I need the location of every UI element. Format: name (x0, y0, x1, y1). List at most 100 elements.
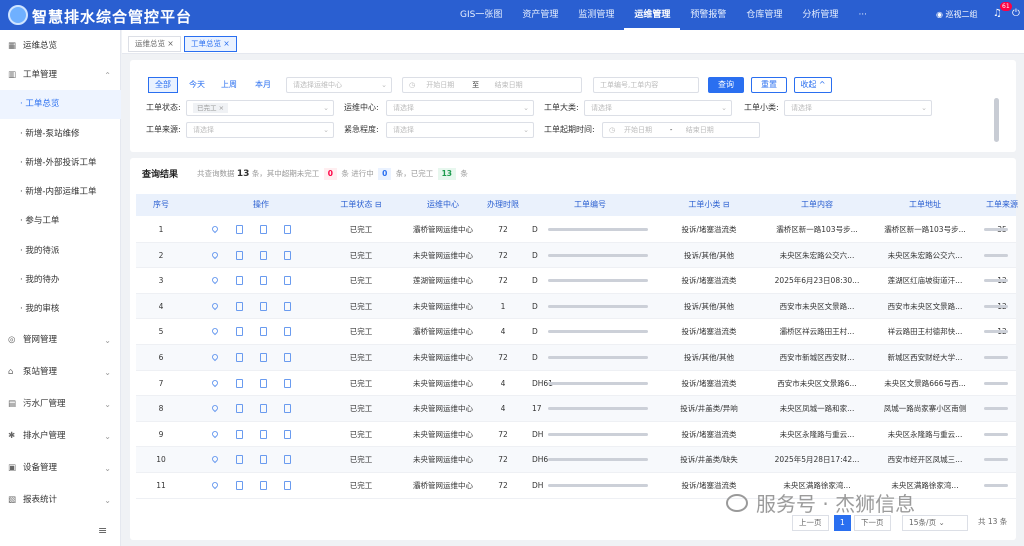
locate-icon[interactable] (210, 327, 220, 336)
sidebar-item-0[interactable]: ▦ 运维总览 (0, 32, 121, 61)
prev-page-button[interactable]: 上一页 (792, 515, 829, 531)
nav-analysis[interactable]: 分析管理 (792, 0, 848, 30)
sidebar-item-5[interactable]: · 新增-内部运维工单 (0, 178, 121, 207)
reset-button[interactable]: 重置 (751, 77, 787, 93)
filter-scrollbar[interactable] (994, 98, 999, 142)
sidebar-item-13[interactable]: ✱ 排水户管理 ⌄ (0, 422, 121, 451)
edit-icon[interactable] (236, 378, 243, 388)
table-row[interactable]: 1 已完工 灞桥管网运维中心 72 D 投诉/堵塞溢流类 灞桥区新一路103号步... 灞桥区… (136, 217, 1016, 243)
collapse-button[interactable]: 收起 ^ (794, 77, 832, 93)
edit-icon[interactable] (236, 301, 243, 311)
sidebar-item-1[interactable]: ▥ 工单管理 ⌃ (0, 61, 121, 90)
sidebar-item-2[interactable]: · 工单总览 (0, 90, 121, 119)
status-select[interactable]: 已完工 × ⌄ (186, 100, 334, 116)
nav-gis[interactable]: GIS一张图 (450, 0, 512, 30)
sidebar-item-6[interactable]: · 参与工单 (0, 207, 121, 236)
sidebar-item-4[interactable]: · 新增-外部投诉工单 (0, 149, 121, 178)
nav-monitor[interactable]: 监测管理 (568, 0, 624, 30)
locate-icon[interactable] (210, 429, 220, 439)
power-icon[interactable]: ⏻ (1012, 8, 1020, 19)
urgency-select[interactable]: 请选择 ⌄ (386, 122, 534, 138)
copy-icon[interactable] (260, 276, 267, 286)
current-page[interactable]: 1 (834, 515, 851, 531)
search-input[interactable]: 工单编号,工单内容 (593, 77, 699, 93)
delete-icon[interactable] (284, 327, 291, 337)
sidebar-item-11[interactable]: ⌂ 泵站管理 ⌄ (0, 358, 121, 387)
copy-icon[interactable] (260, 404, 267, 414)
nav-more[interactable]: ··· (848, 0, 877, 30)
edit-icon[interactable] (236, 429, 243, 439)
locate-icon[interactable] (210, 378, 220, 387)
delete-icon[interactable] (284, 378, 291, 388)
quick-today-button[interactable]: 今天 (182, 77, 212, 93)
delete-icon[interactable] (284, 301, 291, 311)
copy-icon[interactable] (260, 353, 267, 362)
sidebar-item-3[interactable]: · 新增-泵站维修 (0, 120, 121, 149)
locate-icon[interactable] (210, 250, 220, 259)
sidebar-item-10[interactable]: ◎ 管网管理 ⌄ (0, 326, 121, 355)
quick-all-button[interactable]: 全部 (148, 77, 178, 93)
locate-icon[interactable] (210, 403, 220, 413)
status-tag[interactable]: 已完工 × (193, 103, 229, 113)
delete-icon[interactable] (284, 481, 291, 490)
copy-icon[interactable] (260, 301, 267, 311)
table-row[interactable]: 10 已完工 未央管网运维中心 72 DH6 投诉/井盖类/缺失 2025年5月28日17:… (136, 447, 1016, 473)
tab-workorder-overview[interactable]: 工单总览 × (184, 36, 237, 52)
copy-icon[interactable] (260, 429, 267, 439)
menu-collapse-icon[interactable]: ≡ (98, 524, 107, 537)
delete-icon[interactable] (284, 276, 291, 286)
table-row[interactable]: 4 已完工 未央管网运维中心 1 D 投诉/其他/其他 西安市未央区文景路... 西安市未央区… (136, 293, 1016, 320)
edit-icon[interactable] (236, 250, 243, 260)
delete-icon[interactable] (284, 429, 291, 439)
copy-icon[interactable] (260, 378, 267, 388)
locate-icon[interactable] (210, 352, 220, 362)
edit-icon[interactable] (236, 481, 243, 490)
delete-icon[interactable] (284, 250, 291, 260)
edit-icon[interactable] (236, 455, 243, 465)
edit-icon[interactable] (236, 276, 243, 286)
sidebar-item-14[interactable]: ▣ 设备管理 ⌄ (0, 454, 121, 483)
user-menu[interactable]: ◉ 巡视二组 (936, 9, 978, 20)
center-filter-select[interactable]: 请选择 ⌄ (386, 100, 534, 116)
delete-icon[interactable] (284, 404, 291, 414)
edit-icon[interactable] (236, 404, 243, 414)
query-button[interactable]: 查询 (708, 77, 744, 93)
edit-icon[interactable] (236, 327, 243, 337)
table-row[interactable]: 8 已完工 未央管网运维中心 4 17 投诉/井盖类/异响 未央区凤城一路和家... 凤城一路… (136, 396, 1016, 422)
copy-icon[interactable] (260, 481, 267, 490)
center-select[interactable]: 请选择运维中心 ⌄ (286, 77, 392, 93)
edit-icon[interactable] (236, 353, 243, 362)
table-row[interactable]: 2 已完工 未央管网运维中心 72 D 投诉/其他/其他 未央区朱宏路公交六... 未央区朱宏… (136, 242, 1016, 269)
delete-icon[interactable] (284, 353, 291, 362)
copy-icon[interactable] (260, 327, 267, 337)
delete-icon[interactable] (284, 225, 291, 234)
quick-month-button[interactable]: 本月 (248, 77, 278, 93)
table-row[interactable]: 7 已完工 未央管网运维中心 4 DH61 投诉/堵塞溢流类 西安市未央区文景路6... 未央… (136, 371, 1016, 397)
delete-icon[interactable] (284, 455, 291, 465)
table-row[interactable]: 9 已完工 未央管网运维中心 72 DH 投诉/堵塞溢流类 未央区永隆路与重云... 未央区永… (136, 422, 1016, 448)
copy-icon[interactable] (260, 455, 267, 465)
sidebar-item-12[interactable]: ▤ 污水厂管理 ⌄ (0, 390, 121, 419)
copy-icon[interactable] (260, 250, 267, 260)
nav-ops[interactable]: 运维管理 (624, 0, 681, 30)
source-select[interactable]: 请选择 ⌄ (186, 122, 334, 138)
locate-icon[interactable] (210, 455, 220, 464)
locate-icon[interactable] (210, 480, 220, 490)
date-range-input[interactable]: ◷ 开始日期 至 结束日期 (402, 77, 582, 93)
edit-icon[interactable] (236, 225, 243, 234)
sidebar-item-15[interactable]: ▧ 报表统计 ⌄ (0, 486, 121, 515)
nav-asset[interactable]: 资产管理 (512, 0, 568, 30)
sidebar-item-7[interactable]: · 我的待派 (0, 237, 121, 266)
table-row[interactable]: 3 已完工 莲湖管网运维中心 72 D 投诉/堵塞溢流类 2025年6月23日08:30..… (136, 268, 1016, 294)
nav-alarm[interactable]: 预警报警 (680, 0, 736, 30)
copy-icon[interactable] (260, 225, 267, 234)
big-category-select[interactable]: 请选择 ⌄ (584, 100, 732, 116)
locate-icon[interactable] (210, 224, 220, 234)
table-row[interactable]: 5 已完工 灞桥管网运维中心 4 D 投诉/堵塞溢流类 灞桥区祥云路田王村... 祥云路田王村… (136, 319, 1016, 345)
sidebar-item-9[interactable]: · 我的审核 (0, 295, 121, 324)
tab-ops-overview[interactable]: 运维总览 × (128, 36, 181, 52)
page-size-select[interactable]: 15条/页 ⌄ (902, 515, 968, 531)
small-category-select[interactable]: 请选择 ⌄ (784, 100, 932, 116)
quick-lastweek-button[interactable]: 上周 (214, 77, 244, 93)
column-header[interactable]: 工单状态 ⊟ (316, 194, 406, 216)
